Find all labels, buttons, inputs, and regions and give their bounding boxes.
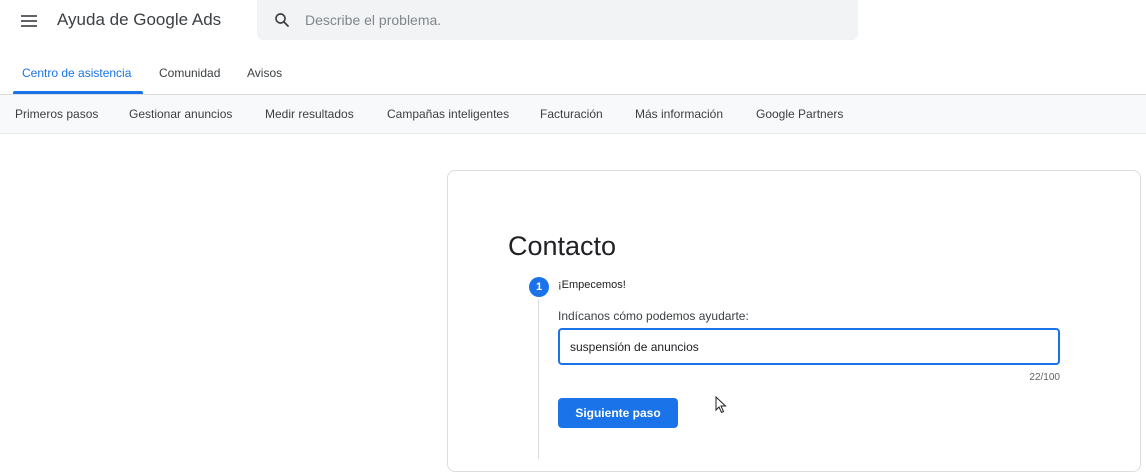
step-title: ¡Empecemos! <box>558 279 626 291</box>
issue-field-label: Indícanos cómo podemos ayudarte: <box>558 309 749 323</box>
search-bar[interactable] <box>257 0 858 40</box>
subnav-item-facturacion[interactable]: Facturación <box>540 107 603 121</box>
step-connector-line <box>538 299 539 459</box>
subnav-item-gestionar-anuncios[interactable]: Gestionar anuncios <box>129 107 232 121</box>
subnav-item-medir-resultados[interactable]: Medir resultados <box>265 107 354 121</box>
subnav-item-google-partners[interactable]: Google Partners <box>756 107 843 121</box>
primary-tabs: Centro de asistencia Comunidad Avisos <box>0 54 1146 95</box>
search-input[interactable] <box>305 7 845 33</box>
secondary-nav: Primeros pasos Gestionar anuncios Medir … <box>0 95 1146 134</box>
step-number-badge: 1 <box>529 277 549 297</box>
issue-description-input[interactable] <box>558 328 1060 365</box>
search-icon[interactable] <box>273 11 291 29</box>
active-tab-indicator <box>13 91 143 94</box>
tab-avisos[interactable]: Avisos <box>247 66 282 80</box>
tab-centro-de-asistencia[interactable]: Centro de asistencia <box>22 66 131 80</box>
tab-comunidad[interactable]: Comunidad <box>159 66 220 80</box>
subnav-item-campanas-inteligentes[interactable]: Campañas inteligentes <box>387 107 509 121</box>
mouse-cursor-icon <box>715 396 727 414</box>
app-title[interactable]: Ayuda de Google Ads <box>57 10 221 30</box>
hamburger-menu-icon[interactable] <box>21 13 39 27</box>
page-title: Contacto <box>508 231 617 261</box>
subnav-item-primeros-pasos[interactable]: Primeros pasos <box>15 107 98 121</box>
top-header: Ayuda de Google Ads <box>0 0 1146 42</box>
character-counter: 22/100 <box>1029 372 1060 383</box>
next-step-button[interactable]: Siguiente paso <box>558 398 678 428</box>
subnav-item-mas-informacion[interactable]: Más información <box>635 107 723 121</box>
contact-card: Contacto 1 ¡Empecemos! Indícanos cómo po… <box>447 170 1141 472</box>
